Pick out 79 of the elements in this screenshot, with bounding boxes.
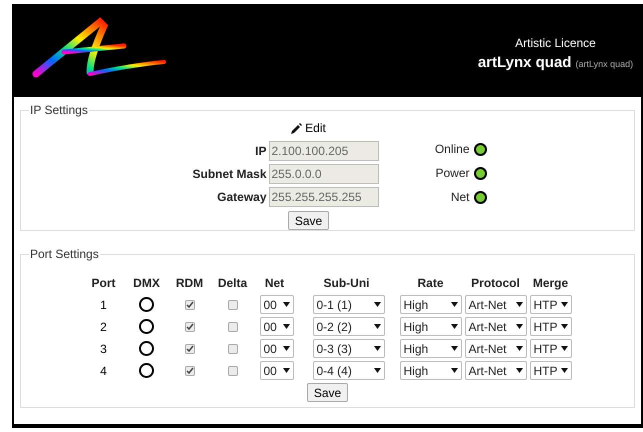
column-header: DMX [133,276,160,290]
checkbox[interactable] [184,322,194,332]
port-number: 2 [100,320,107,334]
port-number: 1 [100,298,107,312]
checkbox[interactable] [184,344,194,354]
column-header: Sub-Uni [324,276,370,290]
net-select[interactable]: 00 [260,295,294,314]
save-button[interactable]: Save [306,383,348,402]
protocol-select[interactable]: Art-Net [464,317,526,336]
checkbox[interactable] [228,366,238,376]
port-number: 4 [100,364,107,378]
caret-icon [450,302,458,307]
port-number: 3 [100,342,107,356]
caret-icon [516,302,522,307]
net-select[interactable]: 00 [260,361,294,380]
merge-select[interactable]: HTP [530,361,572,380]
company-name: Artistic Licence [515,35,596,52]
rate-select[interactable]: High [400,317,462,336]
caret-icon [374,324,380,329]
caret-icon [374,346,380,351]
field-label: IP [255,143,266,160]
caret-icon [450,346,458,351]
sub-uni-select[interactable]: 0-3 (3) [312,339,384,358]
caret-icon [516,368,522,373]
column-header: Net [264,276,284,290]
net-select[interactable]: 00 [260,339,294,358]
caret-icon [450,368,458,373]
edit-link[interactable]: Edit [291,119,326,137]
caret-icon [282,368,290,373]
status-label: Net [450,189,470,206]
column-header: Protocol [471,276,520,290]
merge-select[interactable]: HTP [530,295,572,314]
checkbox[interactable] [228,344,238,354]
checkbox[interactable] [228,322,238,332]
caret-icon [374,368,380,373]
product-note: (artLynx quad) [575,58,634,72]
rate-select[interactable]: High [400,295,462,314]
caret-icon [560,302,568,307]
port-settings-legend: Port Settings [29,245,100,263]
field-label: Subnet Mask [192,166,266,183]
caret-icon [516,346,522,351]
caret-icon [282,302,290,307]
field-label: Gateway [217,189,266,206]
pencil-icon [291,122,302,134]
column-header: Merge [532,276,568,290]
checkbox[interactable] [184,366,194,376]
protocol-select[interactable]: Art-Net [464,361,526,380]
sub-uni-select[interactable]: 0-1 (1) [312,295,384,314]
status-label: Online [434,141,470,158]
rate-select[interactable]: High [400,339,462,358]
rate-select[interactable]: High [400,361,462,380]
checkbox[interactable] [184,300,194,310]
save-button[interactable]: Save [288,211,330,230]
merge-select[interactable]: HTP [530,339,572,358]
sub-uni-select[interactable]: 0-4 (4) [312,361,384,380]
column-header: Delta [218,276,248,290]
caret-icon [374,302,380,307]
sub-uni-select[interactable]: 0-2 (2) [312,317,384,336]
status-label: Power [435,165,470,182]
caret-icon [516,324,522,329]
caret-icon [560,324,568,329]
caret-icon [282,324,290,329]
product-title: artLynx quad [478,53,572,74]
caret-icon [560,368,568,373]
merge-select[interactable]: HTP [530,317,572,336]
column-header: Port [92,276,116,290]
caret-icon [450,324,458,329]
ip-input-field[interactable]: 255.0.0.0 [268,164,378,184]
column-header: Rate [417,276,444,290]
caret-icon [560,346,568,351]
ip-settings-legend: IP Settings [29,101,89,119]
ip-input-field[interactable]: 2.100.100.205 [268,141,378,161]
checkbox[interactable] [228,300,238,310]
ip-input-field[interactable]: 255.255.255.255 [268,187,378,207]
protocol-select[interactable]: Art-Net [464,339,526,358]
protocol-select[interactable]: Art-Net [464,295,526,314]
column-header: RDM [176,276,204,290]
net-select[interactable]: 00 [260,317,294,336]
caret-icon [282,346,290,351]
